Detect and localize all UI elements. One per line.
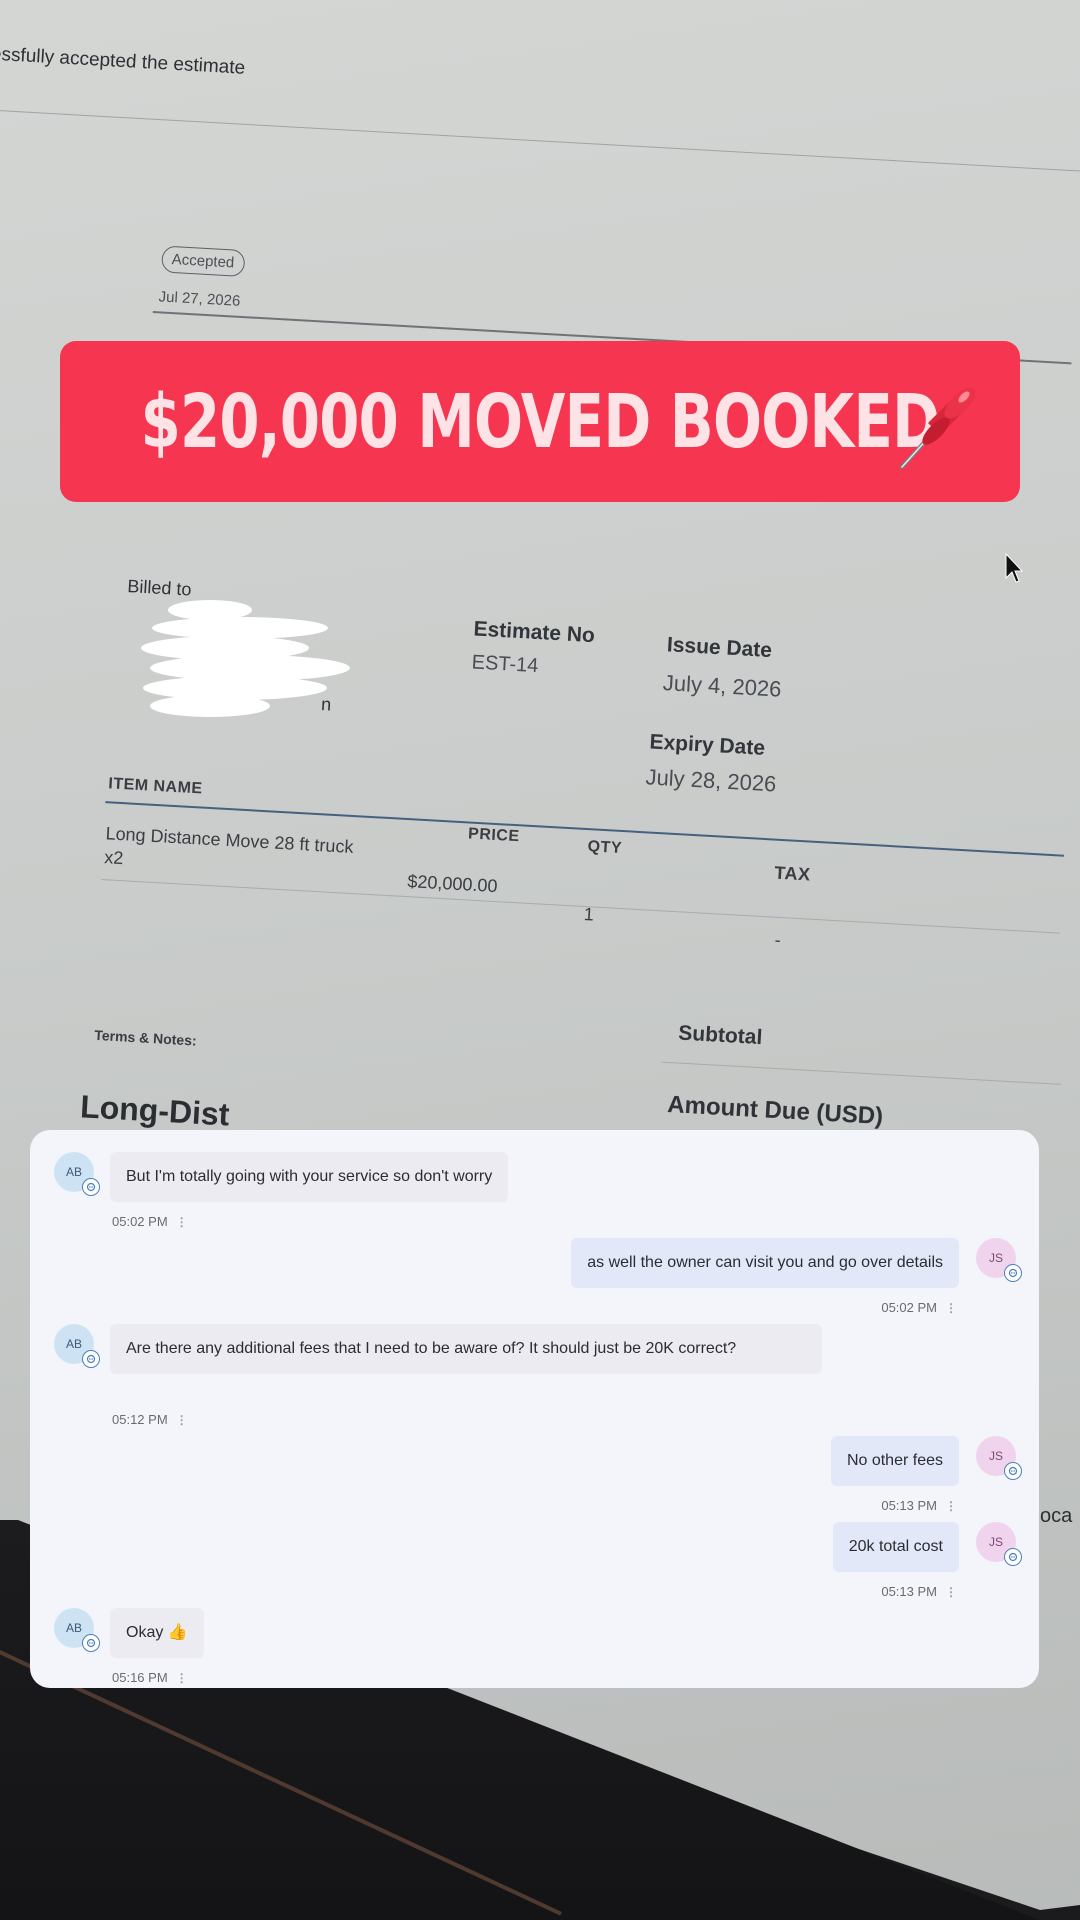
column-header-qty: QTY	[587, 838, 623, 858]
message-bubble-incoming[interactable]: Okay 👍	[110, 1608, 204, 1658]
chat-bubble-icon	[82, 1178, 100, 1196]
message-meta: 05:02 PM ⋮	[881, 1300, 957, 1315]
estimate-no-label: Estimate No	[472, 617, 596, 648]
table-cell-price: $20,000.00	[406, 871, 498, 897]
chat-bubble-icon	[1004, 1548, 1022, 1566]
table-row-rule	[101, 879, 1060, 934]
message-bubble-outgoing[interactable]: as well the owner can visit you and go o…	[571, 1238, 959, 1288]
message-meta: 05:02 PM ⋮	[112, 1214, 188, 1229]
avatar-initials: AB	[65, 1165, 82, 1179]
divider	[661, 1061, 1062, 1085]
redaction-scribble	[141, 600, 350, 717]
chat-bubble-icon	[82, 1350, 100, 1368]
message-meta: 05:16 PM ⋮	[112, 1670, 188, 1685]
accepted-date: Jul 27, 2026	[158, 288, 241, 310]
chat-bubble-icon	[1004, 1264, 1022, 1282]
expiry-date-label: Expiry Date	[648, 730, 766, 760]
chat-bubble-icon	[1004, 1462, 1022, 1480]
issue-date-label: Issue Date	[666, 633, 773, 663]
expiry-date-value: July 28, 2026	[644, 764, 778, 797]
message-bubble-outgoing[interactable]: No other fees	[830, 1436, 959, 1486]
message-time: 05:13 PM	[881, 1584, 937, 1599]
divider	[0, 109, 1080, 173]
message-meta: 05:12 PM ⋮	[112, 1412, 188, 1427]
status-badge: Accepted	[161, 245, 245, 278]
message-bubble-incoming[interactable]: But I'm totally going with your service …	[110, 1152, 509, 1202]
more-options-icon[interactable]: ⋮	[176, 1215, 188, 1229]
table-cell-item-sub: x2	[103, 847, 124, 869]
headline-banner: $20,000 MOVED BOOKED	[60, 341, 1020, 502]
message-bubble-incoming[interactable]: Are there any additional fees that I nee…	[110, 1324, 822, 1374]
column-header-item: ITEM NAME	[107, 775, 204, 798]
success-message: essfully accepted the estimate	[0, 43, 246, 79]
avatar-initials: AB	[65, 1337, 82, 1351]
more-options-icon[interactable]: ⋮	[945, 1585, 957, 1599]
table-cell-item: Long Distance Move 28 ft truck	[105, 823, 354, 858]
message-time: 05:13 PM	[881, 1498, 937, 1513]
avatar-initials: AB	[65, 1621, 82, 1635]
more-options-icon[interactable]: ⋮	[176, 1413, 188, 1427]
avatar[interactable]: JS	[976, 1522, 1022, 1566]
avatar-initials: JS	[988, 1251, 1003, 1265]
message-bubble-outgoing[interactable]: 20k total cost	[832, 1522, 959, 1572]
pushpin-icon	[900, 387, 976, 469]
message-time: 05:12 PM	[112, 1412, 168, 1427]
more-options-icon[interactable]: ⋮	[945, 1499, 957, 1513]
estimate-no-value: EST-14	[471, 651, 539, 678]
headline-text: $20,000 MOVED BOOKED	[140, 378, 940, 465]
column-header-price: PRICE	[467, 825, 520, 846]
message-meta: 05:13 PM ⋮	[881, 1498, 957, 1513]
terms-heading: Long-Dist	[79, 1088, 231, 1133]
background-text-fragment: oca	[1040, 1505, 1073, 1527]
message-meta: 05:13 PM ⋮	[881, 1584, 957, 1599]
avatar[interactable]: JS	[976, 1436, 1022, 1480]
avatar[interactable]: AB	[54, 1152, 100, 1196]
amount-due-label: Amount Due (USD)	[666, 1090, 884, 1131]
message-time: 05:02 PM	[112, 1214, 168, 1229]
mouse-cursor-icon	[1005, 552, 1024, 583]
avatar-initials: JS	[988, 1535, 1003, 1549]
avatar[interactable]: JS	[976, 1238, 1022, 1282]
issue-date-value: July 4, 2026	[662, 670, 783, 702]
column-header-tax: TAX	[773, 862, 812, 885]
avatar[interactable]: AB	[54, 1608, 100, 1652]
chat-panel: AB But I'm totally going with your servi…	[30, 1130, 1039, 1688]
table-cell-tax: -	[774, 929, 782, 951]
message-time: 05:02 PM	[881, 1300, 937, 1315]
more-options-icon[interactable]: ⋮	[176, 1671, 188, 1685]
chat-bubble-icon	[82, 1634, 100, 1652]
avatar-initials: JS	[988, 1449, 1003, 1463]
subtotal-label: Subtotal	[677, 1021, 763, 1050]
avatar[interactable]: AB	[54, 1324, 100, 1368]
more-options-icon[interactable]: ⋮	[945, 1301, 957, 1315]
terms-label: Terms & Notes:	[93, 1026, 198, 1049]
message-time: 05:16 PM	[112, 1670, 168, 1685]
